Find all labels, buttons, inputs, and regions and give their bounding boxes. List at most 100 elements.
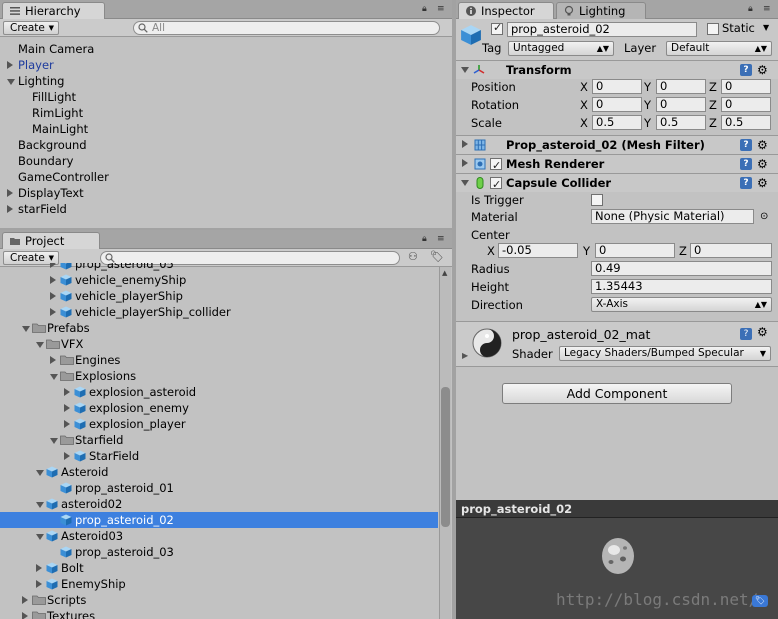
fold-closed-icon[interactable] (7, 205, 13, 213)
project-item[interactable]: vehicle_enemyShip (0, 272, 438, 288)
fold-closed-icon[interactable] (36, 580, 42, 588)
hierarchy-item[interactable]: Boundary (0, 153, 452, 169)
transform-fold-icon[interactable] (461, 67, 469, 73)
shader-dropdown[interactable]: Legacy Shaders/Bumped Specular ▼ (559, 346, 771, 361)
center-y-field[interactable]: 0 (595, 243, 675, 258)
radius-field[interactable]: 0.49 (591, 261, 772, 276)
hierarchy-search-input[interactable]: All (133, 21, 440, 35)
center-x-field[interactable]: -0.05 (498, 243, 578, 258)
fold-closed-icon[interactable] (50, 308, 56, 316)
position-y-field[interactable]: 0 (656, 79, 706, 94)
mesh-filter-fold-icon[interactable] (462, 140, 468, 148)
hierarchy-item[interactable]: DisplayText (0, 185, 452, 201)
mesh-filter-help-icon[interactable]: ? (740, 139, 752, 151)
mesh-renderer-gear-icon[interactable]: ⚙ (757, 155, 768, 174)
project-item[interactable]: Asteroid (0, 464, 438, 480)
rotation-z-field[interactable]: 0 (721, 97, 771, 112)
asteroid-mesh-preview[interactable] (598, 536, 638, 576)
transform-header[interactable]: Transform ? ⚙ (456, 60, 778, 79)
inspector-menu-icon[interactable]: ≡ (763, 4, 771, 14)
fold-closed-icon[interactable] (50, 276, 56, 284)
scale-y-field[interactable]: 0.5 (656, 115, 706, 130)
project-item[interactable]: vehicle_playerShip (0, 288, 438, 304)
mesh-renderer-header[interactable]: Mesh Renderer ? ⚙ (456, 154, 778, 175)
fold-closed-icon[interactable] (64, 452, 70, 460)
mesh-filter-gear-icon[interactable]: ⚙ (757, 136, 768, 155)
capsule-checkbox[interactable] (490, 175, 502, 194)
project-item[interactable]: Explosions (0, 368, 438, 384)
project-item[interactable]: prop_asteroid_01 (0, 480, 438, 496)
lock-icon[interactable]: 🔒︎ (422, 4, 427, 14)
project-item[interactable]: explosion_enemy (0, 400, 438, 416)
material-field[interactable]: None (Physic Material) (591, 209, 754, 224)
hierarchy-item[interactable]: Main Camera (0, 41, 452, 57)
layer-dropdown[interactable]: Default ▲▼ (666, 41, 772, 56)
project-lock-icon[interactable]: 🔒︎ (422, 234, 427, 244)
project-item[interactable]: Textures (0, 608, 438, 619)
active-checkbox[interactable] (491, 21, 503, 35)
mesh-filter-header[interactable]: Prop_asteroid_02 (Mesh Filter) ? ⚙ (456, 135, 778, 154)
scale-x-field[interactable]: 0.5 (592, 115, 642, 130)
fold-open-icon[interactable] (7, 79, 15, 85)
scale-z-field[interactable]: 0.5 (721, 115, 771, 130)
fold-closed-icon[interactable] (7, 189, 13, 197)
tab-hierarchy[interactable]: Hierarchy (2, 2, 105, 19)
material-preview-icon[interactable] (472, 328, 502, 358)
object-name-field[interactable]: prop_asteroid_02 (507, 22, 697, 37)
rotation-y-field[interactable]: 0 (656, 97, 706, 112)
project-scroll-thumb[interactable] (441, 387, 450, 527)
project-item[interactable]: explosion_asteroid (0, 384, 438, 400)
material-gear-icon[interactable]: ⚙ (757, 325, 768, 339)
capsule-help-icon[interactable]: ? (740, 177, 752, 189)
project-item[interactable]: Starfield (0, 432, 438, 448)
fold-open-icon[interactable] (22, 326, 30, 332)
hierarchy-item[interactable]: MainLight (0, 121, 452, 137)
is-trigger-checkbox[interactable] (591, 194, 603, 206)
hierarchy-item[interactable]: FillLight (0, 89, 452, 105)
static-checkbox[interactable] (707, 23, 719, 35)
object-picker-icon[interactable]: ⊙ (760, 208, 768, 226)
fold-closed-icon[interactable] (50, 292, 56, 300)
project-item[interactable]: Engines (0, 352, 438, 368)
fold-closed-icon[interactable] (7, 61, 13, 69)
project-item[interactable]: Asteroid03 (0, 528, 438, 544)
position-z-field[interactable]: 0 (721, 79, 771, 94)
tab-project[interactable]: Project (2, 232, 100, 249)
filter-by-label-icon[interactable]: 🏷︎ (430, 250, 444, 263)
project-item[interactable]: StarField (0, 448, 438, 464)
fold-open-icon[interactable] (36, 534, 44, 540)
static-dropdown-icon[interactable]: ▼ (763, 23, 769, 32)
fold-closed-icon[interactable] (36, 564, 42, 572)
hierarchy-item[interactable]: Player (0, 57, 452, 73)
project-menu-icon[interactable]: ≡ (437, 234, 445, 244)
direction-dropdown[interactable]: X-Axis ▲▼ (591, 297, 772, 312)
fold-open-icon[interactable] (36, 502, 44, 508)
capsule-collider-header[interactable]: Capsule Collider ? ⚙ (456, 173, 778, 194)
project-item[interactable]: prop_asteroid_03 (0, 544, 438, 560)
project-item[interactable]: prop_asteroid_05 (0, 263, 438, 272)
project-item[interactable]: prop_asteroid_02 (0, 512, 438, 528)
position-x-field[interactable]: 0 (592, 79, 642, 94)
project-item[interactable]: Bolt (0, 560, 438, 576)
project-item[interactable]: vehicle_playerShip_collider (0, 304, 438, 320)
mesh-renderer-checkbox[interactable] (490, 156, 502, 175)
transform-help-icon[interactable]: ? (740, 64, 752, 76)
fold-closed-icon[interactable] (50, 356, 56, 364)
project-item[interactable]: Scripts (0, 592, 438, 608)
menu-icon[interactable]: ≡ (437, 4, 445, 14)
fold-closed-icon[interactable] (50, 263, 56, 268)
mesh-renderer-help-icon[interactable]: ? (740, 158, 752, 170)
project-item[interactable]: Prefabs (0, 320, 438, 336)
material-fold-icon[interactable]: ▶ (462, 351, 468, 360)
fold-open-icon[interactable] (50, 438, 58, 444)
fold-closed-icon[interactable] (64, 404, 70, 412)
hierarchy-item[interactable]: starField (0, 201, 452, 217)
hierarchy-item[interactable]: RimLight (0, 105, 452, 121)
fold-closed-icon[interactable] (64, 388, 70, 396)
tag-dropdown[interactable]: Untagged ▲▼ (508, 41, 614, 56)
project-item[interactable]: EnemyShip (0, 576, 438, 592)
hierarchy-item[interactable]: GameController (0, 169, 452, 185)
rotation-x-field[interactable]: 0 (592, 97, 642, 112)
inspector-lock-icon[interactable]: 🔒︎ (748, 4, 753, 14)
fold-open-icon[interactable] (36, 342, 44, 348)
